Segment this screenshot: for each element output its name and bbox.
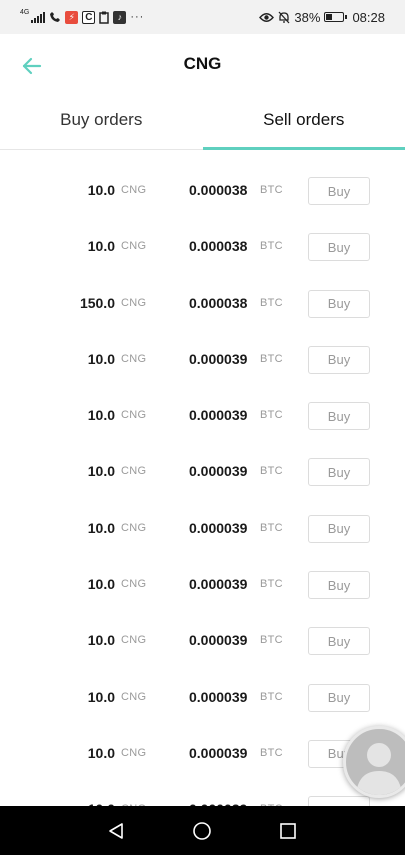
buy-button[interactable]: Buy xyxy=(308,233,370,262)
order-amount: 150.0 xyxy=(79,294,115,311)
order-amount-unit: CNG xyxy=(121,352,147,365)
music-app-icon: ♪ xyxy=(113,10,127,24)
order-price: 0.000039 xyxy=(189,632,248,649)
buy-button[interactable]: Buy xyxy=(308,514,370,543)
order-amount: 10.0 xyxy=(87,576,115,593)
order-amount-unit: CNG xyxy=(121,465,147,478)
order-price: 0.000038 xyxy=(189,182,248,198)
flash-app-icon: ⚡ xyxy=(65,10,79,24)
mute-bell-icon xyxy=(278,11,290,23)
order-price: 0.000039 xyxy=(189,463,248,480)
order-price: 0.000039 xyxy=(189,744,248,761)
order-amount: 10.0 xyxy=(87,238,115,255)
more-notifications-icon: ··· xyxy=(130,11,145,23)
phone-icon xyxy=(50,12,61,22)
buy-button[interactable]: Buy xyxy=(308,345,370,374)
floating-avatar-button[interactable] xyxy=(343,726,405,798)
order-row: 10.0 CNG 0.000038 BTC Buy xyxy=(0,219,405,275)
order-row: 10.0 CNG 0.000039 BTC Buy xyxy=(0,670,405,726)
order-row: 10.0 CNG 0.000039 BTC Buy xyxy=(0,332,405,388)
order-price-unit: BTC xyxy=(260,352,283,365)
order-price: 0.000039 xyxy=(189,407,248,424)
order-row: 10.0 CNG 0.000039 BTC Buy xyxy=(0,388,405,444)
network-type: 4G xyxy=(20,9,30,16)
buy-button[interactable]: Buy xyxy=(308,177,370,205)
order-amount: 10.0 xyxy=(87,407,115,424)
c-app-icon: C xyxy=(82,10,96,24)
order-amount-unit: CNG xyxy=(121,409,147,422)
status-right: 38% 08:28 xyxy=(259,9,385,25)
nav-back-button[interactable] xyxy=(103,818,129,844)
order-price: 0.000038 xyxy=(189,238,248,255)
signal-icon xyxy=(31,11,46,23)
order-amount: 10.0 xyxy=(87,182,115,198)
order-price: 0.000039 xyxy=(189,519,248,536)
order-price: 0.000039 xyxy=(189,688,248,705)
order-price-unit: BTC xyxy=(260,296,283,309)
triangle-back-icon xyxy=(109,823,123,839)
order-price-unit: BTC xyxy=(260,521,283,534)
order-amount-unit: CNG xyxy=(121,746,147,759)
order-amount: 10.0 xyxy=(87,350,115,367)
order-price-unit: BTC xyxy=(260,690,283,703)
order-amount-unit: CNG xyxy=(121,296,147,309)
order-price: 0.000039 xyxy=(189,576,248,593)
buy-button[interactable]: Buy xyxy=(308,683,370,712)
order-price: 0.000039 xyxy=(189,350,248,367)
square-recents-icon xyxy=(280,823,296,839)
page-title: CNG xyxy=(183,54,222,73)
order-amount: 10.0 xyxy=(87,744,115,761)
buy-button[interactable]: Buy xyxy=(308,627,370,656)
system-nav-bar xyxy=(0,806,405,855)
app-header: CNG xyxy=(0,34,405,96)
order-amount-unit: CNG xyxy=(121,184,147,196)
order-amount-unit: CNG xyxy=(121,690,147,703)
active-tab-indicator xyxy=(202,147,405,150)
order-row: 150.0 CNG 0.000038 BTC Buy xyxy=(0,276,405,332)
order-amount-unit: CNG xyxy=(121,578,147,591)
tab-sell-orders[interactable]: Sell orders xyxy=(202,96,405,150)
order-amount: 10.0 xyxy=(87,688,115,705)
order-tabs: Buy orders Sell orders xyxy=(0,96,405,150)
order-price-unit: BTC xyxy=(260,465,283,478)
status-bar: 4G ⚡ C ♪ ··· 38% 08:28 xyxy=(0,0,405,34)
screen: 4G ⚡ C ♪ ··· 38% 08:28 CNG Buy orders Se… xyxy=(0,0,405,855)
clock: 08:28 xyxy=(352,9,385,25)
buy-button[interactable]: Buy xyxy=(308,402,370,431)
order-row: 10.0 CNG 0.000039 BTC Buy xyxy=(0,613,405,669)
buy-button[interactable]: Buy xyxy=(308,289,370,318)
order-row: 10.0 CNG 0.000038 BTC Buy xyxy=(0,163,405,219)
order-amount: 10.0 xyxy=(87,519,115,536)
status-left: 4G ⚡ C ♪ ··· xyxy=(20,9,144,25)
order-price-unit: BTC xyxy=(260,746,283,759)
battery-icon xyxy=(324,12,348,22)
order-row: 10.0 CNG 0.000039 BTC Buy xyxy=(0,557,405,613)
tab-buy-orders[interactable]: Buy orders xyxy=(0,96,203,149)
orders-list: 10.0 CNG 0.000038 BTC Buy 10.0 CNG 0.000038 BTC B… xyxy=(0,163,405,839)
order-price-unit: BTC xyxy=(260,184,283,196)
order-price: 0.000038 xyxy=(189,294,248,311)
order-price-unit: BTC xyxy=(260,240,283,253)
tab-label: Buy orders xyxy=(60,110,143,129)
circle-home-icon xyxy=(193,822,211,840)
order-price-unit: BTC xyxy=(260,409,283,422)
order-amount-unit: CNG xyxy=(121,521,147,534)
nav-recents-button[interactable] xyxy=(275,818,301,844)
battery-percent: 38% xyxy=(294,9,321,25)
buy-button[interactable]: Buy xyxy=(308,571,370,600)
order-amount: 10.0 xyxy=(87,632,115,649)
user-avatar-icon xyxy=(356,743,402,795)
order-amount-unit: CNG xyxy=(121,240,147,253)
eye-icon xyxy=(259,12,275,22)
nav-home-button[interactable] xyxy=(189,818,215,844)
order-amount: 10.0 xyxy=(87,463,115,480)
order-row: 10.0 CNG 0.000039 BTC Buy xyxy=(0,501,405,557)
order-amount-unit: CNG xyxy=(121,634,147,647)
buy-button[interactable]: Buy xyxy=(308,458,370,487)
order-price-unit: BTC xyxy=(260,578,283,591)
order-row: 10.0 CNG 0.000039 BTC Buy xyxy=(0,444,405,500)
tab-label: Sell orders xyxy=(263,110,345,129)
clipboard-icon xyxy=(99,11,110,24)
order-price-unit: BTC xyxy=(260,634,283,647)
